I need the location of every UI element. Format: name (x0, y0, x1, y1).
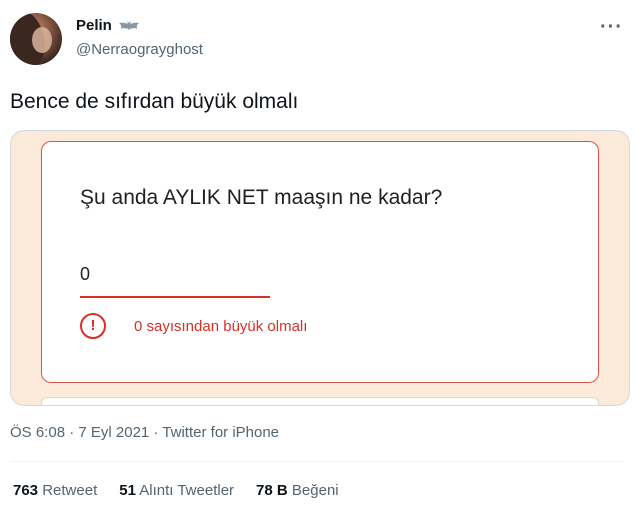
divider (10, 461, 623, 462)
retweets-stat[interactable]: 763 Retweet (13, 482, 97, 499)
tweet-timestamp[interactable]: ÖS 6:08 · 7 Eyl 2021 · Twitter for iPhon… (10, 424, 279, 441)
exclamation-circle-icon: ! (80, 313, 106, 339)
bat-icon (118, 20, 139, 30)
avatar[interactable] (10, 13, 62, 65)
tweet-stats: 763 Retweet 51 Alıntı Tweetler 78 B Beğe… (13, 482, 339, 499)
quotes-count: 51 (119, 482, 136, 499)
form-question-card: Şu anda AYLIK NET maaşın ne kadar? 0 ! 0… (41, 141, 599, 383)
form-answer-value: 0 (80, 264, 91, 284)
retweets-count: 763 (13, 482, 39, 499)
form-error-message: 0 sayısından büyük olmalı (134, 318, 308, 335)
next-form-card-edge (41, 397, 599, 405)
likes-stat[interactable]: 78 B Beğeni (256, 482, 339, 499)
quotes-stat[interactable]: 51 Alıntı Tweetler (119, 482, 234, 499)
more-options-icon[interactable]: ··· (600, 16, 623, 39)
tweet-text: Bence de sıfırdan büyük olmalı (10, 90, 299, 113)
answer-underline (80, 296, 270, 298)
likes-label: Beğeni (291, 482, 339, 499)
form-question: Şu anda AYLIK NET maaşın ne kadar? (80, 186, 443, 209)
likes-count: 78 B (256, 482, 288, 499)
author-handle[interactable]: @Nerraograyghost (76, 41, 203, 58)
retweets-label: Retweet (42, 482, 98, 499)
author-name[interactable]: Pelin (76, 17, 112, 34)
tweet-media-image[interactable]: Şu anda AYLIK NET maaşın ne kadar? 0 ! 0… (10, 130, 630, 406)
quotes-label: Alıntı Tweetler (139, 482, 235, 499)
author-name-row: Pelin (76, 17, 140, 34)
avatar-face (32, 27, 52, 53)
